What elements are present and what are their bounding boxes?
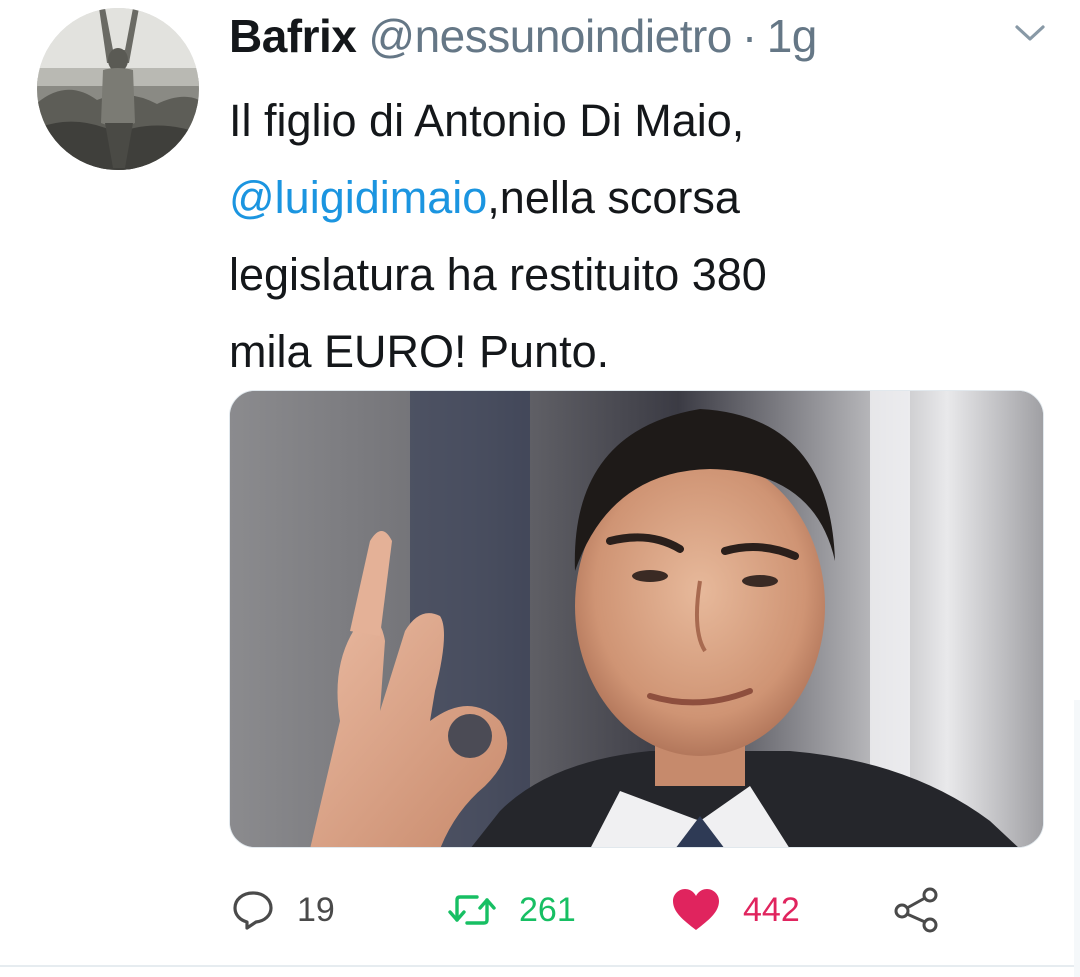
tweet-text-fragment: ,nella scorsa <box>487 172 740 223</box>
reply-count: 19 <box>297 890 335 929</box>
avatar[interactable] <box>37 8 199 170</box>
retweet-count: 261 <box>519 890 576 929</box>
retweet-arrows-icon <box>448 895 496 925</box>
tweet-text-line: @luigidimaio,nella scorsa <box>229 159 1029 236</box>
tweet-actions: 19 261 442 <box>229 880 989 940</box>
header-separator: · <box>741 10 757 62</box>
tweet-header: Bafrix @nessunoindietro · 1g <box>229 8 817 64</box>
like-button[interactable]: 442 <box>671 880 800 940</box>
retweet-button[interactable]: 261 <box>447 880 576 940</box>
heart-icon <box>673 889 719 930</box>
tweet-timestamp[interactable]: 1g <box>767 8 818 64</box>
like-count: 442 <box>743 890 800 929</box>
tweet-divider <box>0 965 1080 967</box>
tweet[interactable]: Bafrix @nessunoindietro · 1g Il figlio d… <box>0 0 1080 965</box>
tweet-text-line: legislatura ha restituito 380 <box>229 249 767 300</box>
tweet-text-line: mila EURO! Punto. <box>229 326 610 377</box>
display-name[interactable]: Bafrix <box>229 8 357 64</box>
chevron-down-icon[interactable] <box>1013 22 1047 44</box>
tweet-text-line: Il figlio di Antonio Di Maio, <box>229 95 745 146</box>
share-nodes-icon <box>894 887 938 933</box>
share-button[interactable] <box>892 880 942 940</box>
scrollbar-track[interactable] <box>1074 700 1080 977</box>
mention-link[interactable]: @luigidimaio <box>229 172 487 223</box>
avatar-photo <box>37 8 199 170</box>
photo-image <box>230 391 1043 847</box>
tweet-photo[interactable] <box>229 390 1044 848</box>
user-handle[interactable]: @nessunoindietro <box>368 8 732 64</box>
speech-bubble-icon <box>233 891 273 930</box>
reply-button[interactable]: 19 <box>231 880 335 940</box>
tweet-text: Il figlio di Antonio Di Maio, @luigidima… <box>229 82 1029 390</box>
